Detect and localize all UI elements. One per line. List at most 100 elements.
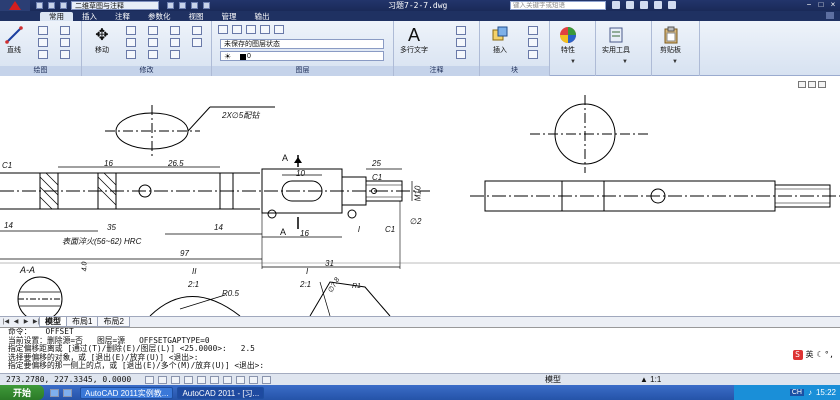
arc-icon[interactable] xyxy=(38,50,48,59)
save-icon[interactable] xyxy=(60,2,67,9)
trim-icon[interactable] xyxy=(148,26,158,35)
dyn-icon[interactable] xyxy=(249,375,258,384)
fillet-icon[interactable] xyxy=(192,26,202,35)
tab-layout2[interactable]: 布局2 xyxy=(97,317,130,327)
tab-parametric[interactable]: 参数化 xyxy=(139,12,180,21)
clipboard-button[interactable]: 剪贴板 xyxy=(660,25,681,55)
array-icon[interactable] xyxy=(192,38,202,47)
stretch-icon[interactable] xyxy=(126,50,136,59)
move-button[interactable]: ✥ 移动 xyxy=(92,25,112,55)
utilities-button[interactable]: 实用工具 xyxy=(602,25,630,55)
tab-output[interactable]: 输出 xyxy=(246,12,279,21)
search-input[interactable]: 键入关键字或短语 xyxy=(510,1,606,10)
subscription-icon[interactable] xyxy=(626,1,634,9)
ime-lang[interactable]: 英 xyxy=(806,350,814,360)
tab-view[interactable]: 视图 xyxy=(180,12,213,21)
polar-icon[interactable] xyxy=(184,375,193,384)
copy-icon[interactable] xyxy=(126,38,136,47)
maximize-icon[interactable]: □ xyxy=(816,0,826,9)
chevron-down-icon[interactable]: ▼ xyxy=(672,59,678,65)
tab-model[interactable]: 模型 xyxy=(39,317,67,327)
annotation-scale[interactable]: ▲ 1:1 xyxy=(640,375,661,384)
first-layout-icon[interactable]: |◀ xyxy=(2,318,10,326)
table-icon[interactable] xyxy=(456,50,466,59)
help-icon[interactable] xyxy=(668,1,676,9)
undo-icon[interactable] xyxy=(191,2,198,9)
layer-properties-icon[interactable] xyxy=(218,25,228,34)
annotation-panel-title[interactable]: 注释 xyxy=(394,66,479,76)
ime-moon-icon[interactable]: ☾ xyxy=(817,350,822,360)
tab-manage[interactable]: 管理 xyxy=(213,12,246,21)
ime-punct-icon[interactable]: °, xyxy=(824,350,834,360)
close-icon[interactable]: × xyxy=(828,0,838,9)
circle-icon[interactable] xyxy=(38,38,48,47)
insert-button[interactable]: 插入 xyxy=(490,25,510,55)
linear-dim-icon[interactable] xyxy=(456,26,466,35)
snap-icon[interactable] xyxy=(145,375,154,384)
lineweight-icon[interactable] xyxy=(262,375,271,384)
taskbar-item-active[interactable]: AutoCAD 2011 - [习... xyxy=(177,386,265,399)
attribute-icon[interactable] xyxy=(528,50,538,59)
command-line[interactable]: 命令： OFFSET 当前设置：删除源=否 图层=源 OFFSETGAPTYPE… xyxy=(0,327,840,373)
multileader-icon[interactable] xyxy=(456,38,466,47)
polyline-icon[interactable] xyxy=(38,26,48,35)
taskbar-item[interactable]: AutoCAD 2011实例教... xyxy=(80,386,174,399)
tab-layout1[interactable]: 布局1 xyxy=(66,317,99,327)
workspace-select[interactable]: 二维草图与注释 xyxy=(71,1,159,10)
draw-panel-title[interactable]: 绘图 xyxy=(0,66,81,76)
drawing-canvas[interactable]: 2X∅5配钻 16 26.5 C1 14 35 14 表面淬火(56~62) H… xyxy=(0,77,840,316)
offset-icon[interactable] xyxy=(170,50,180,59)
otrack-icon[interactable] xyxy=(223,375,232,384)
open-file-icon[interactable] xyxy=(48,2,55,9)
redo-icon[interactable] xyxy=(203,2,210,9)
line-button[interactable]: 直线 xyxy=(4,25,24,55)
input-language[interactable]: CH xyxy=(789,389,804,396)
start-button[interactable]: 开始 xyxy=(0,385,44,400)
draw-more-icon[interactable] xyxy=(60,50,70,59)
sogou-icon[interactable]: S xyxy=(792,350,803,360)
tab-home[interactable]: 常用 xyxy=(40,12,73,21)
3d-osnap-icon[interactable] xyxy=(210,375,219,384)
osnap-icon[interactable] xyxy=(197,375,206,384)
grid-icon[interactable] xyxy=(158,375,167,384)
favorites-icon[interactable] xyxy=(654,1,662,9)
mtext-button[interactable]: A 多行文字 xyxy=(400,25,428,55)
layer-state-select[interactable]: 未保存的图层状态 xyxy=(220,39,384,49)
new-file-icon[interactable] xyxy=(36,2,43,9)
block-panel-title[interactable]: 块 xyxy=(480,66,549,76)
save-as-icon[interactable] xyxy=(167,2,174,9)
application-menu-button[interactable] xyxy=(0,0,30,11)
properties-button[interactable]: 特性 xyxy=(558,25,578,55)
rotate-icon[interactable] xyxy=(126,26,136,35)
command-prompt-line[interactable]: 指定要偏移的那一侧上的点，或 [退出(E)/多个(M)/放弃(U)] <退出>: xyxy=(8,362,840,371)
ribbon-minimize-icon[interactable] xyxy=(826,12,834,19)
erase-icon[interactable] xyxy=(170,26,180,35)
edit-block-icon[interactable] xyxy=(528,38,538,47)
communication-icon[interactable] xyxy=(640,1,648,9)
create-block-icon[interactable] xyxy=(528,26,538,35)
hatch-icon[interactable] xyxy=(60,38,70,47)
ortho-icon[interactable] xyxy=(171,375,180,384)
search-icon[interactable] xyxy=(612,1,620,9)
tab-annotate[interactable]: 注释 xyxy=(106,12,139,21)
layer-freeze-icon[interactable] xyxy=(246,25,256,34)
mirror-icon[interactable] xyxy=(148,38,158,47)
chevron-down-icon[interactable]: ▼ xyxy=(622,59,628,65)
prev-layout-icon[interactable]: ◀ xyxy=(12,318,20,326)
next-layout-icon[interactable]: ▶ xyxy=(22,318,30,326)
model-space-toggle[interactable]: 模型 xyxy=(545,374,561,385)
layer-lock-icon[interactable] xyxy=(274,25,284,34)
layer-isolate-icon[interactable] xyxy=(232,25,242,34)
ducs-icon[interactable] xyxy=(236,375,245,384)
quicklaunch-ie-icon[interactable] xyxy=(50,388,59,397)
layer-off-icon[interactable] xyxy=(260,25,270,34)
tab-insert[interactable]: 插入 xyxy=(73,12,106,21)
layers-panel-title[interactable]: 图层 xyxy=(212,66,393,76)
modify-panel-title[interactable]: 修改 xyxy=(82,66,211,76)
chevron-down-icon[interactable]: ▼ xyxy=(570,59,576,65)
quicklaunch-desktop-icon[interactable] xyxy=(63,388,72,397)
clock[interactable]: 15:22 xyxy=(816,388,836,397)
volume-icon[interactable]: ♪ xyxy=(808,388,812,397)
scale-icon[interactable] xyxy=(148,50,158,59)
minimize-icon[interactable]: − xyxy=(804,0,814,9)
